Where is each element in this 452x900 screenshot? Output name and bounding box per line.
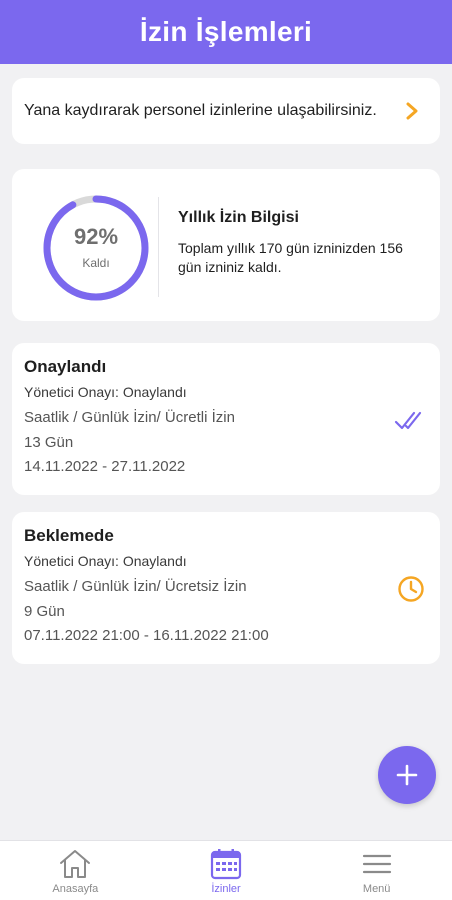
leave-progress-ring: 92% Kaldı — [40, 192, 152, 304]
divider — [158, 197, 159, 297]
add-leave-button[interactable] — [378, 746, 436, 804]
leave-type: Saatlik / Günlük İzin/ Ücretsiz İzin — [24, 578, 247, 595]
leave-status: Beklemede — [24, 526, 114, 545]
bottom-navigation: Anasayfa İzinler Menü — [0, 840, 452, 900]
nav-label-home: Anasayfa — [52, 883, 99, 895]
manager-approval: Yönetici Onayı: Onaylandı — [24, 384, 187, 400]
nav-item-home[interactable]: Anasayfa — [0, 841, 151, 900]
page-title: İzin İşlemleri — [139, 16, 313, 47]
leave-status: Onaylandı — [24, 357, 107, 376]
nav-item-leaves[interactable]: İzinler — [151, 841, 302, 900]
remaining-percent: 92% — [73, 224, 119, 249]
annual-leave-card: 92% Kaldı Yıllık İzin Bilgisi Toplam yıl… — [12, 169, 440, 321]
chevron-right-icon[interactable] — [404, 101, 420, 121]
leave-request-card[interactable]: Onaylandı Yönetici Onayı: Onaylandı Saat… — [12, 343, 440, 495]
annual-leave-title: Yıllık İzin Bilgisi — [178, 209, 299, 226]
double-check-icon — [394, 411, 422, 430]
nav-label-menu: Menü — [362, 883, 391, 895]
nav-label-leaves: İzinler — [211, 883, 241, 895]
manager-approval: Yönetici Onayı: Onaylandı — [24, 553, 187, 569]
leave-type: Saatlik / Günlük İzin/ Ücretli İzin — [24, 409, 235, 426]
app-header: İzin İşlemleri — [0, 0, 452, 64]
nav-item-menu[interactable]: Menü — [301, 841, 452, 900]
swipe-hint-card[interactable]: Yana kaydırarak personel izinlerine ulaş… — [12, 78, 440, 144]
clock-icon — [398, 576, 424, 602]
plus-icon — [396, 764, 418, 786]
home-icon — [60, 850, 91, 878]
leave-request-card[interactable]: Beklemede Yönetici Onayı: Onaylandı Saat… — [12, 512, 440, 664]
annual-leave-description: Toplam yıllık 170 gün izninizden 156 gün… — [178, 240, 403, 275]
swipe-hint-text: Yana kaydırarak personel izinlerine ulaş… — [24, 102, 377, 119]
leave-dates: 14.11.2022 - 27.11.2022 — [24, 458, 186, 475]
leave-dates: 07.11.2022 21:00 - 16.11.2022 21:00 — [24, 627, 269, 644]
leave-days: 13 Gün — [24, 434, 74, 451]
leave-days: 9 Gün — [24, 603, 65, 620]
remaining-label: Kaldı — [82, 256, 110, 270]
calendar-icon — [210, 849, 242, 880]
menu-icon — [362, 854, 391, 874]
